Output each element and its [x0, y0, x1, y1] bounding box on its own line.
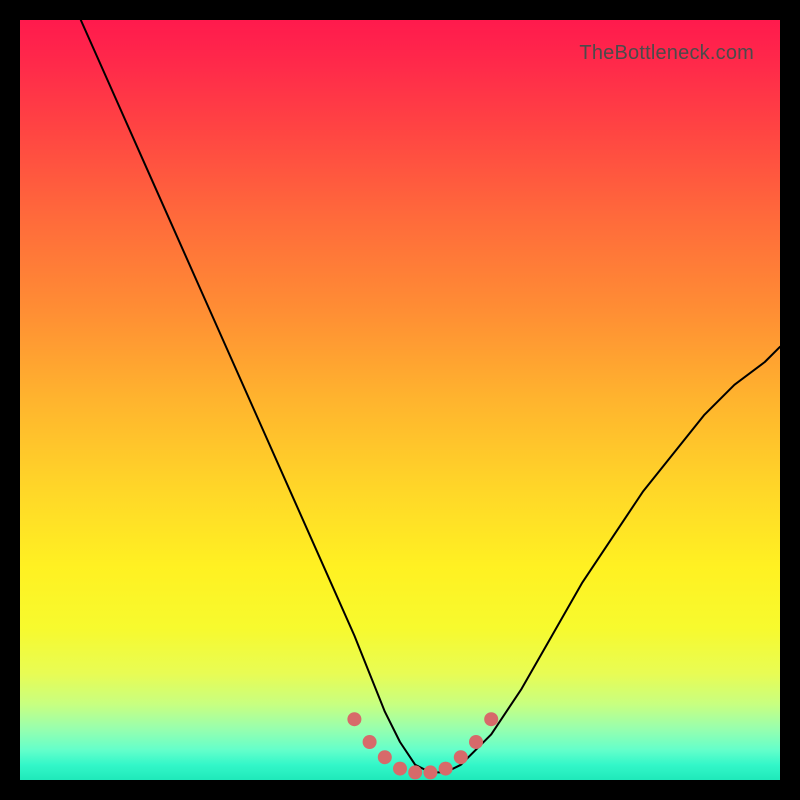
highlight-marker — [347, 712, 361, 726]
highlight-marker — [469, 735, 483, 749]
highlight-marker — [423, 765, 437, 779]
highlight-marker — [393, 762, 407, 776]
highlight-marker — [408, 765, 422, 779]
bottleneck-curve — [81, 20, 780, 772]
chart-frame: TheBottleneck.com — [0, 0, 800, 800]
highlight-marker — [378, 750, 392, 764]
highlight-marker — [363, 735, 377, 749]
chart-svg — [20, 20, 780, 780]
highlight-marker — [484, 712, 498, 726]
highlight-marker — [439, 762, 453, 776]
chart-plot-area: TheBottleneck.com — [20, 20, 780, 780]
highlight-marker — [454, 750, 468, 764]
